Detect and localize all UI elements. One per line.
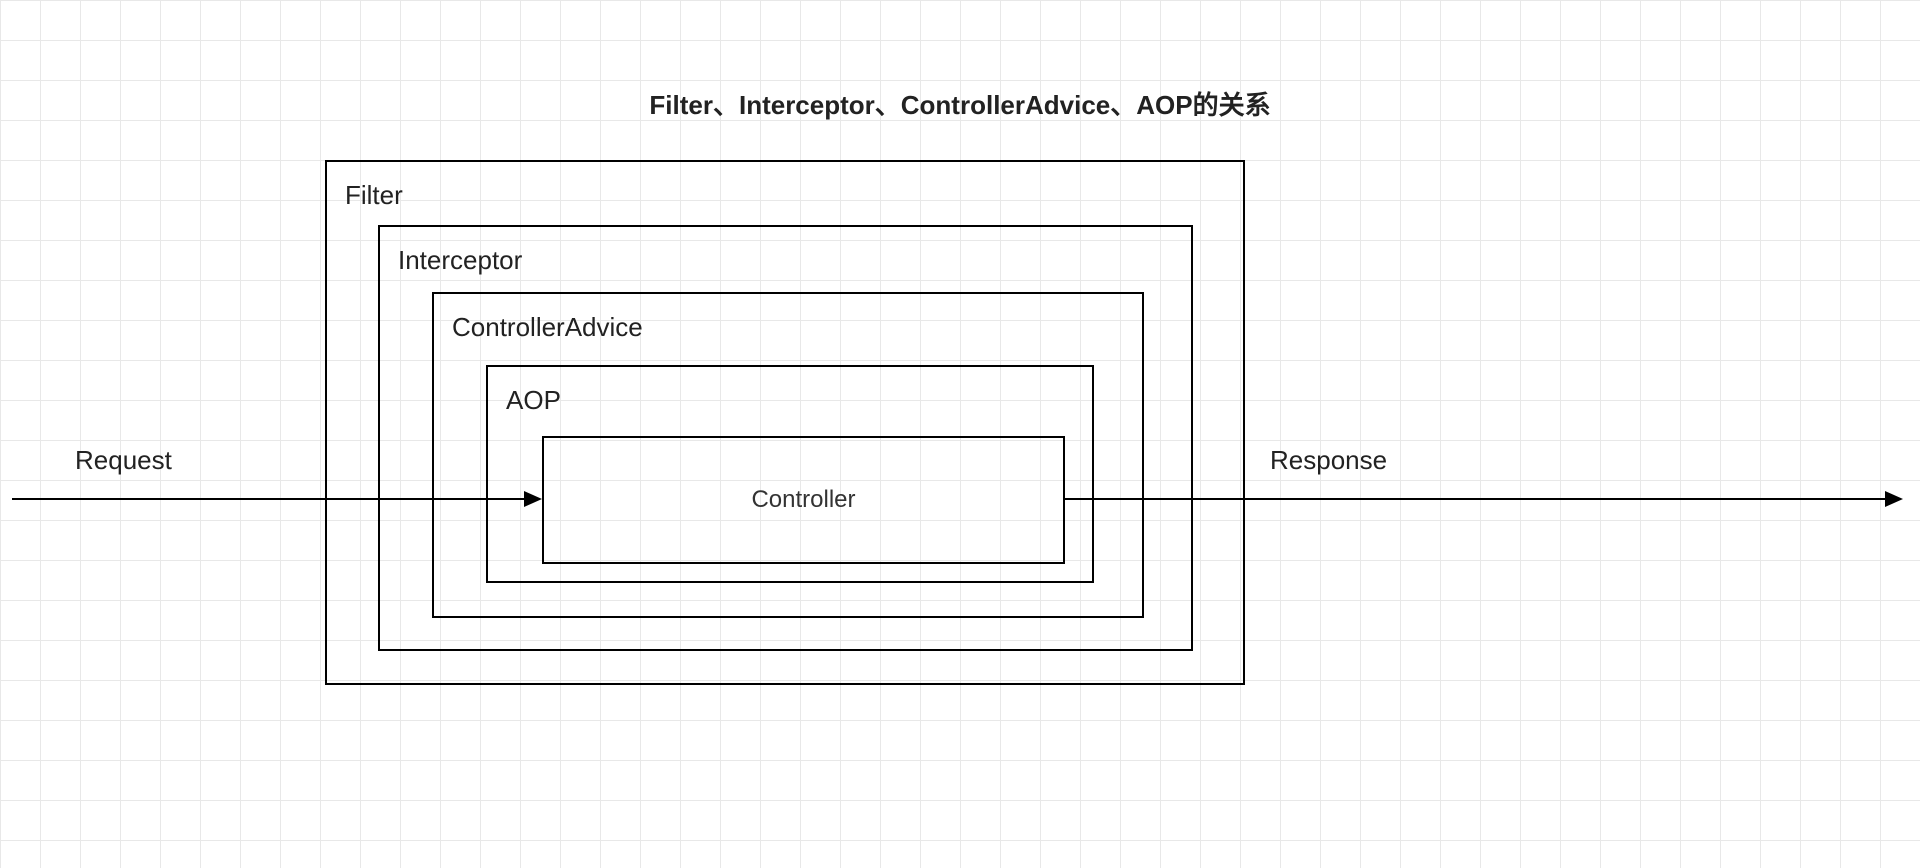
response-arrow-head bbox=[1885, 491, 1903, 507]
controller-box: Controller bbox=[542, 436, 1065, 564]
filter-label: Filter bbox=[345, 180, 403, 211]
aop-label: AOP bbox=[506, 385, 561, 416]
request-arrow-line bbox=[12, 498, 524, 500]
controller-label: Controller bbox=[751, 486, 855, 514]
response-arrow-line bbox=[1065, 498, 1885, 500]
controller-advice-label: ControllerAdvice bbox=[452, 312, 643, 343]
diagram-title: Filter、Interceptor、ControllerAdvice、AOP的… bbox=[649, 85, 1270, 122]
request-arrow-head bbox=[524, 491, 542, 507]
interceptor-label: Interceptor bbox=[398, 245, 522, 276]
response-label: Response bbox=[1270, 445, 1387, 476]
request-label: Request bbox=[75, 445, 172, 476]
